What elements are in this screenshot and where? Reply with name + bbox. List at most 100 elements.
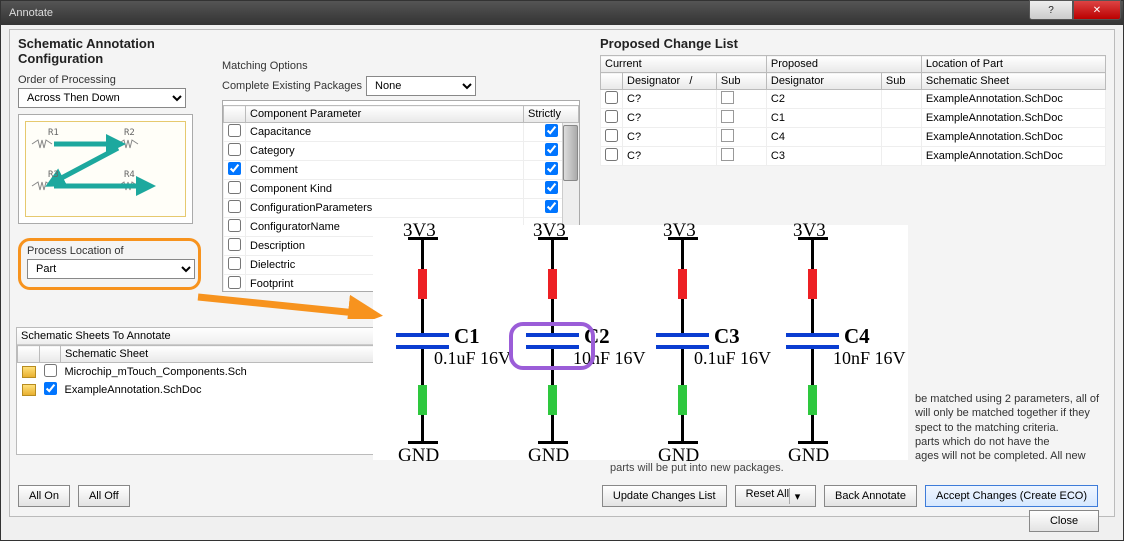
- row-checkbox[interactable]: [605, 129, 618, 142]
- help-button[interactable]: ?: [1029, 0, 1073, 20]
- cur-desig: C?: [623, 90, 717, 109]
- col-sheet[interactable]: Schematic Sheet: [61, 346, 419, 363]
- sheet-checkbox[interactable]: [44, 382, 57, 395]
- accept-changes-button[interactable]: Accept Changes (Create ECO): [925, 485, 1098, 507]
- strict-checkbox[interactable]: [545, 181, 558, 194]
- param-row[interactable]: Capacitance: [224, 123, 579, 142]
- process-location-group: Process Location of Part: [18, 238, 201, 290]
- param-checkbox[interactable]: [228, 181, 241, 194]
- param-checkbox[interactable]: [228, 219, 241, 232]
- sheet-checkbox[interactable]: [44, 364, 57, 377]
- cur-sub: [716, 147, 766, 166]
- net-bot-label: GND: [658, 445, 699, 467]
- schematic-overlay: 3V3 C1 0.1uF 16V GND 3V3 C2 10nF 16V GND…: [373, 225, 908, 460]
- cur-sub: [716, 109, 766, 128]
- annotate-dialog: Annotate ? ✕ Schematic Annotation Config…: [0, 0, 1124, 541]
- strict-checkbox[interactable]: [545, 124, 558, 137]
- matching-title: Matching Options: [222, 60, 580, 72]
- param-checkbox[interactable]: [228, 238, 241, 251]
- chevron-down-icon[interactable]: ▾: [789, 488, 805, 504]
- strict-checkbox[interactable]: [545, 200, 558, 213]
- reset-all-button[interactable]: Reset All▾: [735, 485, 816, 507]
- param-checkbox[interactable]: [228, 257, 241, 270]
- prop-desig: C1: [766, 109, 881, 128]
- row-checkbox[interactable]: [605, 91, 618, 104]
- cur-sub: [716, 90, 766, 109]
- h-loc[interactable]: Location of Part: [921, 56, 1105, 73]
- cur-desig: C?: [623, 147, 717, 166]
- all-on-button[interactable]: All On: [18, 485, 70, 507]
- back-annotate-button[interactable]: Back Annotate: [824, 485, 917, 507]
- preview-r2: R2: [124, 128, 135, 138]
- h-desig-cur[interactable]: Designator /: [623, 73, 717, 90]
- param-row[interactable]: ConfigurationParameters: [224, 199, 579, 218]
- loc-select[interactable]: Part: [27, 259, 195, 279]
- param-row[interactable]: Category: [224, 142, 579, 161]
- preview-r1: R1: [48, 128, 59, 138]
- change-row[interactable]: C? C2 ExampleAnnotation.SchDoc: [601, 90, 1106, 109]
- param-checkbox[interactable]: [228, 200, 241, 213]
- change-row[interactable]: C? C3 ExampleAnnotation.SchDoc: [601, 147, 1106, 166]
- sheet-icon: [22, 366, 36, 378]
- highlight-ring: [509, 322, 595, 370]
- param-name: Category: [246, 142, 524, 161]
- strict-checkbox[interactable]: [545, 143, 558, 156]
- dialog-body: Schematic Annotation Configuration Order…: [1, 25, 1123, 540]
- cur-desig: C?: [623, 128, 717, 147]
- h-desig-prop[interactable]: Designator: [766, 73, 881, 90]
- designator: C3: [714, 324, 740, 349]
- preview-r3: R3: [48, 170, 59, 180]
- param-checkbox[interactable]: [228, 276, 241, 289]
- param-row[interactable]: Comment: [224, 161, 579, 180]
- cur-desig: C?: [623, 109, 717, 128]
- h-sub-cur[interactable]: Sub: [716, 73, 766, 90]
- update-changes-button[interactable]: Update Changes List: [602, 485, 727, 507]
- sheet-icon: [22, 384, 36, 396]
- capacitor-C1: 3V3 C1 0.1uF 16V GND: [388, 225, 518, 460]
- all-off-button[interactable]: All Off: [78, 485, 130, 507]
- param-checkbox[interactable]: [228, 124, 241, 137]
- proposed-title: Proposed Change List: [600, 36, 1106, 51]
- h-sub-prop[interactable]: Sub: [881, 73, 921, 90]
- capacitor-C4: 3V3 C4 10nF 16V GND: [778, 225, 908, 460]
- col-strict[interactable]: Strictly: [524, 106, 579, 123]
- strict-checkbox[interactable]: [545, 162, 558, 175]
- param-row[interactable]: Component Kind: [224, 180, 579, 199]
- config-title: Schematic Annotation Configuration: [18, 36, 213, 66]
- pkg-label: Complete Existing Packages: [222, 80, 362, 92]
- scroll-thumb[interactable]: [563, 125, 578, 181]
- cap-value: 10nF 16V: [833, 348, 906, 369]
- order-select[interactable]: Across Then Down: [18, 88, 186, 108]
- order-preview: R1 R2 R3 R4: [18, 114, 193, 224]
- designator: C4: [844, 324, 870, 349]
- prop-desig: C3: [766, 147, 881, 166]
- change-row[interactable]: C? C4 ExampleAnnotation.SchDoc: [601, 128, 1106, 147]
- col-param[interactable]: Component Parameter: [246, 106, 524, 123]
- change-row[interactable]: C? C1 ExampleAnnotation.SchDoc: [601, 109, 1106, 128]
- cap-value: 0.1uF 16V: [434, 348, 511, 369]
- h-current[interactable]: Current: [601, 56, 767, 73]
- sheet-name: ExampleAnnotation.SchDoc: [61, 381, 419, 399]
- loc: ExampleAnnotation.SchDoc: [921, 147, 1105, 166]
- row-checkbox[interactable]: [605, 148, 618, 161]
- close-button[interactable]: Close: [1029, 510, 1099, 532]
- param-checkbox[interactable]: [228, 162, 241, 175]
- pkg-select[interactable]: None: [366, 76, 476, 96]
- param-name: Component Kind: [246, 180, 524, 199]
- titlebar: Annotate ? ✕: [1, 1, 1123, 25]
- cap-value: 0.1uF 16V: [694, 348, 771, 369]
- designator: C1: [454, 324, 480, 349]
- param-name: Capacitance: [246, 123, 524, 142]
- loc: ExampleAnnotation.SchDoc: [921, 128, 1105, 147]
- row-checkbox[interactable]: [605, 110, 618, 123]
- param-checkbox[interactable]: [228, 143, 241, 156]
- cur-sub: [716, 128, 766, 147]
- close-window-button[interactable]: ✕: [1073, 0, 1121, 20]
- h-proposed[interactable]: Proposed: [766, 56, 921, 73]
- net-bot-label: GND: [398, 445, 439, 467]
- h-sheet[interactable]: Schematic Sheet: [921, 73, 1105, 90]
- net-bot-label: GND: [528, 445, 569, 467]
- info-text: be matched using 2 parameters, all of wi…: [915, 392, 1115, 463]
- sheet-name: Microchip_mTouch_Components.Sch: [61, 363, 419, 382]
- param-name: ConfigurationParameters: [246, 199, 524, 218]
